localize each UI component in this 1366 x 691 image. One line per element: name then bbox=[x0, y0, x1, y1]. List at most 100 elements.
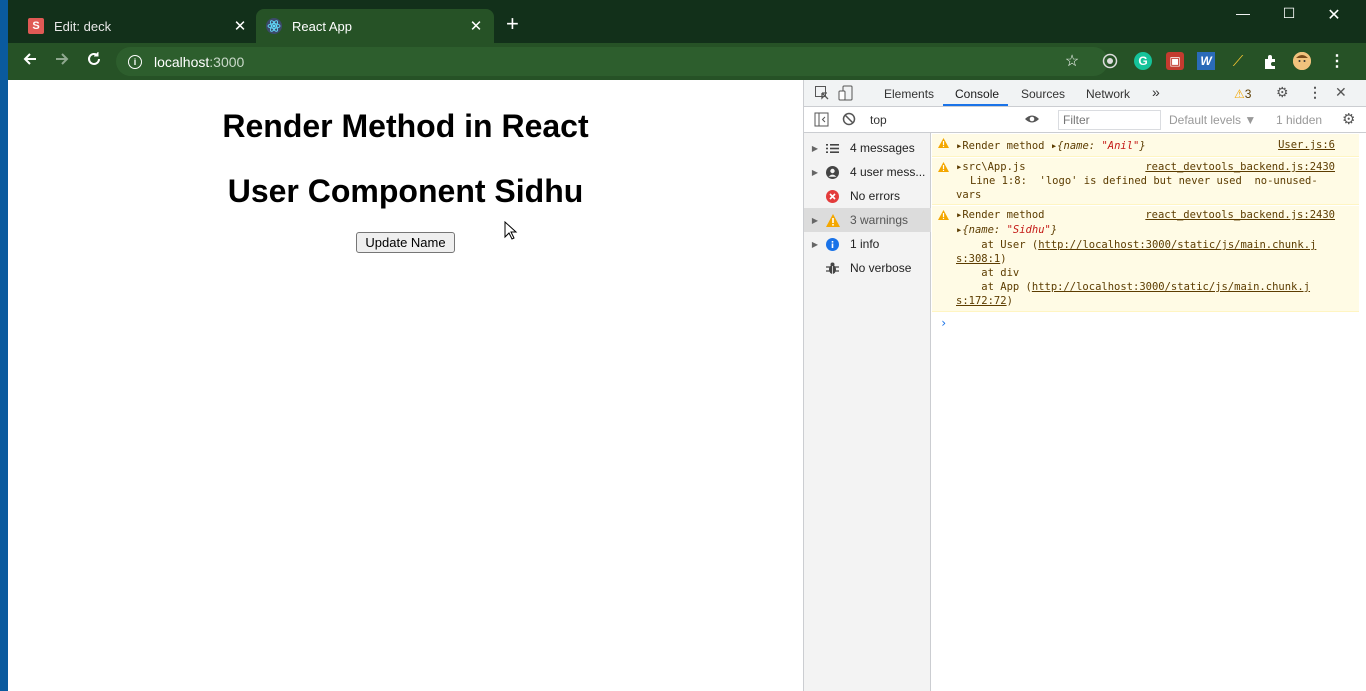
expand-arrow-icon[interactable]: ▶ bbox=[804, 216, 826, 225]
browser-window: S Edit: deck ✕ React App ✕ + — ☐ ✕ i loc… bbox=[8, 0, 1366, 691]
devtools-menu-icon[interactable]: ⋮ bbox=[1308, 84, 1322, 101]
message-line: ▸Render method ▸{name: "Anil"} bbox=[956, 140, 1146, 152]
message-text: src\App.js bbox=[962, 161, 1026, 173]
tab-react-app[interactable]: React App ✕ bbox=[256, 9, 494, 43]
target-icon[interactable] bbox=[1101, 52, 1119, 70]
close-window-icon[interactable]: ✕ bbox=[1319, 5, 1349, 25]
error-icon bbox=[826, 189, 844, 203]
maximize-icon[interactable]: ☐ bbox=[1274, 5, 1304, 22]
tab-sources[interactable]: Sources bbox=[1021, 87, 1065, 101]
forward-icon[interactable] bbox=[54, 51, 70, 72]
stack-link[interactable]: http://localhost:3000/static/js/main.chu… bbox=[1032, 281, 1310, 293]
puzzle-icon[interactable] bbox=[1261, 52, 1279, 70]
tab-network[interactable]: Network bbox=[1086, 87, 1130, 101]
profile-icon[interactable] bbox=[1293, 52, 1311, 70]
stack-suffix: ) bbox=[1006, 295, 1013, 307]
stack-link[interactable]: http://localhost:3000/static/js/main.chu… bbox=[1038, 239, 1316, 251]
message-detail: vars bbox=[956, 189, 982, 201]
message-source-link[interactable]: react_devtools_backend.js:2430 bbox=[1145, 161, 1335, 173]
more-tabs-icon[interactable]: » bbox=[1152, 84, 1160, 100]
new-tab-button[interactable]: + bbox=[506, 12, 519, 36]
update-name-button[interactable]: Update Name bbox=[356, 232, 455, 253]
stack-frame: at App (http://localhost:3000/static/js/… bbox=[956, 281, 1310, 293]
expand-arrow-icon[interactable]: ▶ bbox=[804, 168, 826, 177]
bug-icon bbox=[826, 262, 844, 275]
object-end: } bbox=[1050, 224, 1058, 236]
settings-gear-icon[interactable]: ⚙ bbox=[1276, 84, 1289, 101]
context-selector[interactable]: top bbox=[870, 113, 887, 127]
title-bar: S Edit: deck ✕ React App ✕ + — ☐ ✕ bbox=[8, 0, 1366, 43]
close-tab-icon[interactable]: ✕ bbox=[232, 17, 248, 35]
menu-icon[interactable]: ⋮ bbox=[1328, 52, 1346, 70]
pencil-icon[interactable]: ⟋ bbox=[1229, 52, 1247, 70]
stack-link[interactable]: s:308:1 bbox=[956, 253, 1000, 265]
star-icon[interactable]: ☆ bbox=[1063, 52, 1081, 70]
sidebar-item-messages[interactable]: ▶ 4 messages bbox=[804, 136, 931, 160]
warning-icon bbox=[826, 213, 844, 227]
tab-label: Edit: deck bbox=[54, 18, 112, 34]
console-settings-icon[interactable]: ⚙ bbox=[1342, 110, 1355, 128]
reload-icon[interactable] bbox=[86, 51, 102, 72]
stack-frame: at User (http://localhost:3000/static/js… bbox=[956, 239, 1316, 251]
console-warning-message[interactable]: ▸Render method react_devtools_backend.js… bbox=[932, 206, 1359, 312]
message-text: Render method bbox=[962, 209, 1045, 221]
console-filter-input[interactable] bbox=[1058, 110, 1161, 130]
clear-console-icon[interactable] bbox=[842, 112, 856, 129]
tab-elements[interactable]: Elements bbox=[884, 87, 934, 101]
stack-prefix: at App ( bbox=[956, 281, 1032, 293]
live-expression-eye-icon[interactable] bbox=[1024, 112, 1040, 129]
close-devtools-icon[interactable]: ✕ bbox=[1335, 84, 1347, 101]
inspect-icon[interactable] bbox=[814, 85, 830, 104]
tab-edit-deck[interactable]: S Edit: deck ✕ bbox=[18, 9, 258, 43]
sidebar-toggle-icon[interactable] bbox=[814, 112, 829, 130]
tab-console[interactable]: Console bbox=[955, 87, 999, 101]
object-key: {name: bbox=[962, 224, 1007, 236]
user-icon bbox=[826, 165, 844, 179]
address-bar[interactable]: i localhost:3000 bbox=[116, 47, 1108, 76]
console-warning-message[interactable]: ▸Render method ▸{name: "Anil"} User.js:6 bbox=[932, 134, 1359, 157]
url-host: localhost bbox=[154, 53, 210, 70]
sidebar-item-verbose[interactable]: No verbose bbox=[804, 256, 931, 280]
grammarly-icon[interactable]: G bbox=[1134, 52, 1152, 70]
object-line[interactable]: ▸{name: "Sidhu"} bbox=[956, 224, 1057, 236]
site-info-icon[interactable]: i bbox=[128, 54, 142, 69]
devtools-tab-bar: Elements Console Sources Network » ⚠3 ⚙ … bbox=[804, 80, 1366, 107]
info-icon bbox=[826, 237, 844, 251]
console-prompt[interactable]: › bbox=[940, 316, 947, 330]
active-tab-indicator bbox=[943, 104, 1008, 106]
close-tab-icon[interactable]: ✕ bbox=[468, 17, 484, 35]
warning-icon bbox=[938, 210, 949, 223]
warning-icon bbox=[938, 138, 949, 151]
sidebar-item-label: No verbose bbox=[850, 261, 912, 275]
sidebar-item-user-messages[interactable]: ▶ 4 user mess... bbox=[804, 160, 931, 184]
device-toggle-icon[interactable] bbox=[838, 85, 854, 104]
stack-link[interactable]: s:172:72 bbox=[956, 295, 1007, 307]
sidebar-item-info[interactable]: ▶ 1 info bbox=[804, 232, 931, 256]
warning-count-badge[interactable]: ⚠3 bbox=[1234, 87, 1251, 101]
console-toolbar: top Default levels ▼ 1 hidden ⚙ bbox=[804, 107, 1366, 133]
word-icon[interactable]: W bbox=[1197, 52, 1215, 70]
message-source-link[interactable]: react_devtools_backend.js:2430 bbox=[1145, 209, 1335, 221]
back-icon[interactable] bbox=[22, 51, 38, 72]
message-detail: Line 1:8: 'logo' is defined but never us… bbox=[970, 175, 1318, 187]
console-output: ▸Render method ▸{name: "Anil"} User.js:6… bbox=[932, 133, 1366, 691]
sidebar-item-warnings[interactable]: ▶ 3 warnings bbox=[804, 208, 931, 232]
log-levels-dropdown[interactable]: Default levels ▼ bbox=[1169, 113, 1256, 127]
sidebar-item-label: 3 warnings bbox=[850, 213, 909, 227]
warning-icon bbox=[938, 162, 949, 175]
react-icon bbox=[266, 18, 282, 34]
console-warning-message[interactable]: ▸src\App.js react_devtools_backend.js:24… bbox=[932, 158, 1359, 205]
message-source-link[interactable]: User.js:6 bbox=[1278, 139, 1335, 151]
user-heading: User Component Sidhu bbox=[227, 173, 584, 209]
message-line: ▸src\App.js bbox=[956, 161, 1026, 173]
expand-arrow-icon[interactable]: ▶ bbox=[804, 240, 826, 249]
minimize-icon[interactable]: — bbox=[1228, 5, 1258, 21]
console-sidebar: ▶ 4 messages ▶ 4 user mess... No errors … bbox=[804, 133, 931, 691]
expand-arrow-icon[interactable]: ▶ bbox=[804, 144, 826, 153]
object-key[interactable]: {name: bbox=[1057, 140, 1101, 152]
extension-red-icon[interactable]: ▣ bbox=[1166, 52, 1184, 70]
sidebar-item-label: 4 messages bbox=[850, 141, 915, 155]
sidebar-item-errors[interactable]: No errors bbox=[804, 184, 931, 208]
warning-icon: ⚠ bbox=[1234, 87, 1245, 101]
web-page: Render Method in React User Component Si… bbox=[8, 80, 803, 691]
